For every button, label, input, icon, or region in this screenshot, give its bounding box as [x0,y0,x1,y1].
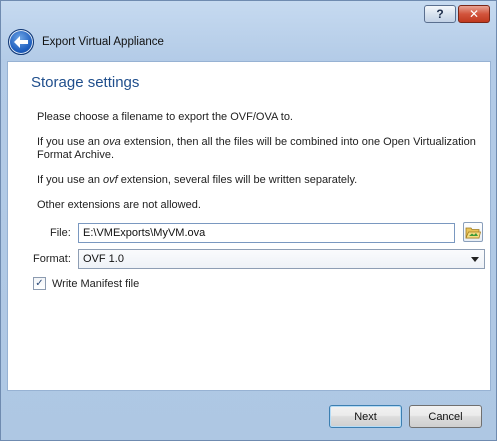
back-arrow-icon [14,36,28,48]
ovf-extension-text: ovf [103,174,118,186]
ova-text-prefix: If you use an [37,136,104,148]
ovf-text-suffix: extension, several files will be written… [117,174,358,186]
ovf-text-prefix: If you use an [37,174,104,186]
wizard-page: Storage settings Please choose a filenam… [7,61,491,391]
file-label: File: [50,227,71,239]
window-title: Export Virtual Appliance [42,36,164,48]
ova-extension-text: ova [103,136,121,148]
other-extensions-note: Other extensions are not allowed. [37,199,201,211]
help-button[interactable]: ? [424,5,456,23]
export-appliance-window: ? ✕ Export Virtual Appliance Storage set… [0,0,497,441]
back-button[interactable] [8,29,34,55]
ova-description: If you use an ova extension, then all th… [37,136,477,162]
next-button[interactable]: Next [329,405,402,428]
format-label: Format: [33,253,71,265]
wizard-header: Export Virtual Appliance [1,23,496,61]
ovf-description: If you use an ovf extension, several fil… [37,174,477,187]
folder-browse-icon [465,227,481,239]
cancel-button[interactable]: Cancel [409,405,482,428]
format-selected-value: OVF 1.0 [83,253,124,265]
format-select[interactable]: OVF 1.0 [78,249,485,269]
dropdown-arrow-icon [471,257,479,262]
checkmark-icon: ✓ [35,277,44,289]
caption-buttons: ? ✕ [424,5,490,23]
close-button[interactable]: ✕ [458,5,490,23]
write-manifest-label[interactable]: Write Manifest file [52,278,139,290]
file-path-input[interactable] [78,223,455,243]
page-heading: Storage settings [31,74,140,91]
browse-file-button[interactable] [463,222,483,242]
write-manifest-checkbox[interactable]: ✓ [33,277,46,290]
instruction-text: Please choose a filename to export the O… [37,111,293,123]
